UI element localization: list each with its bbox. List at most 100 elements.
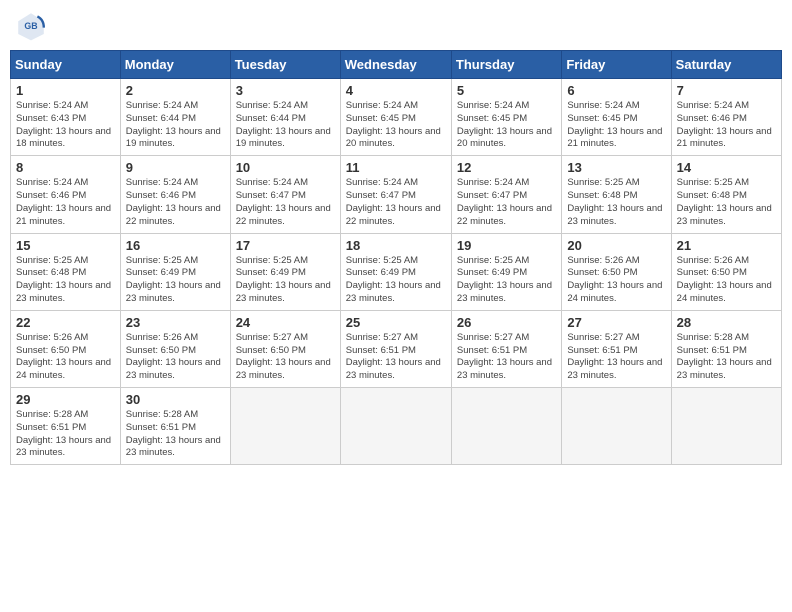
svg-text:GB: GB (24, 21, 37, 31)
calendar-day: 19 Sunrise: 5:25 AMSunset: 6:49 PMDayligh… (451, 233, 561, 310)
day-number: 25 (346, 315, 446, 330)
day-info: Sunrise: 5:26 AMSunset: 6:50 PMDaylight:… (567, 255, 665, 306)
day-info: Sunrise: 5:24 AMSunset: 6:44 PMDaylight:… (126, 100, 225, 151)
calendar-day: 15Sunrise: 5:25 AMSunset: 6:48 PMDayligh… (11, 233, 121, 310)
day-info: Sunrise: 5:28 AMSunset: 6:51 PMDaylight:… (126, 409, 225, 460)
calendar-day (340, 388, 451, 465)
day-info: Sunrise: 5:25 AMSunset: 6:49 PMDaylight:… (126, 255, 225, 306)
day-number: 12 (457, 160, 556, 175)
day-info: Sunrise: 5:24 AMSunset: 6:46 PMDaylight:… (16, 177, 115, 228)
header-monday: Monday (120, 51, 230, 79)
day-info: Sunrise: 5:25 AMSunset: 6:48 PMDaylight:… (677, 177, 776, 228)
day-number: 19 (457, 238, 556, 253)
calendar-day: 1 Sunrise: 5:24 AMSunset: 6:43 PMDaylight… (11, 79, 121, 156)
page-header: GB (10, 10, 782, 42)
calendar-day: 30 Sunrise: 5:28 AMSunset: 6:51 PMDayligh… (120, 388, 230, 465)
calendar-day (562, 388, 671, 465)
calendar-day (451, 388, 561, 465)
day-number: 26 (457, 315, 556, 330)
calendar-day: 20 Sunrise: 5:26 AMSunset: 6:50 PMDayligh… (562, 233, 671, 310)
day-info: Sunrise: 5:26 AMSunset: 6:50 PMDaylight:… (126, 332, 225, 383)
header-wednesday: Wednesday (340, 51, 451, 79)
calendar-day: 17 Sunrise: 5:25 AMSunset: 6:49 PMDayligh… (230, 233, 340, 310)
calendar-day: 11 Sunrise: 5:24 AMSunset: 6:47 PMDayligh… (340, 156, 451, 233)
day-number: 15 (16, 238, 115, 253)
day-number: 13 (567, 160, 665, 175)
calendar-day (671, 388, 781, 465)
day-number: 23 (126, 315, 225, 330)
calendar-day: 12 Sunrise: 5:24 AMSunset: 6:47 PMDayligh… (451, 156, 561, 233)
day-info: Sunrise: 5:24 AMSunset: 6:47 PMDaylight:… (236, 177, 335, 228)
day-number: 4 (346, 83, 446, 98)
day-info: Sunrise: 5:24 AMSunset: 6:46 PMDaylight:… (126, 177, 225, 228)
calendar-day: 25 Sunrise: 5:27 AMSunset: 6:51 PMDayligh… (340, 310, 451, 387)
calendar-day: 24 Sunrise: 5:27 AMSunset: 6:50 PMDayligh… (230, 310, 340, 387)
day-number: 21 (677, 238, 776, 253)
day-number: 6 (567, 83, 665, 98)
day-number: 18 (346, 238, 446, 253)
calendar-day: 28 Sunrise: 5:28 AMSunset: 6:51 PMDayligh… (671, 310, 781, 387)
day-info: Sunrise: 5:24 AMSunset: 6:47 PMDaylight:… (457, 177, 556, 228)
calendar-day: 6Sunrise: 5:24 AMSunset: 6:45 PMDaylight… (562, 79, 671, 156)
day-number: 1 (16, 83, 115, 98)
calendar-week-4: 22 Sunrise: 5:26 AMSunset: 6:50 PMDayligh… (11, 310, 782, 387)
header-saturday: Saturday (671, 51, 781, 79)
day-number: 22 (16, 315, 115, 330)
calendar-week-5: 29 Sunrise: 5:28 AMSunset: 6:51 PMDayligh… (11, 388, 782, 465)
day-info: Sunrise: 5:25 AMSunset: 6:49 PMDaylight:… (236, 255, 335, 306)
calendar-week-1: 1 Sunrise: 5:24 AMSunset: 6:43 PMDaylight… (11, 79, 782, 156)
calendar-day: 16 Sunrise: 5:25 AMSunset: 6:49 PMDayligh… (120, 233, 230, 310)
day-number: 10 (236, 160, 335, 175)
day-number: 8 (16, 160, 115, 175)
day-number: 3 (236, 83, 335, 98)
header-thursday: Thursday (451, 51, 561, 79)
header-friday: Friday (562, 51, 671, 79)
logo: GB (15, 10, 51, 42)
calendar-table: SundayMondayTuesdayWednesdayThursdayFrid… (10, 50, 782, 465)
day-info: Sunrise: 5:24 AMSunset: 6:43 PMDaylight:… (16, 100, 115, 151)
day-info: Sunrise: 5:26 AMSunset: 6:50 PMDaylight:… (677, 255, 776, 306)
day-info: Sunrise: 5:24 AMSunset: 6:46 PMDaylight:… (677, 100, 776, 151)
day-info: Sunrise: 5:28 AMSunset: 6:51 PMDaylight:… (677, 332, 776, 383)
day-info: Sunrise: 5:27 AMSunset: 6:51 PMDaylight:… (346, 332, 446, 383)
calendar-day: 9 Sunrise: 5:24 AMSunset: 6:46 PMDaylight… (120, 156, 230, 233)
day-number: 24 (236, 315, 335, 330)
calendar-day: 29 Sunrise: 5:28 AMSunset: 6:51 PMDayligh… (11, 388, 121, 465)
calendar-day: 3Sunrise: 5:24 AMSunset: 6:44 PMDaylight… (230, 79, 340, 156)
calendar-day: 13 Sunrise: 5:25 AMSunset: 6:48 PMDayligh… (562, 156, 671, 233)
day-number: 16 (126, 238, 225, 253)
header-tuesday: Tuesday (230, 51, 340, 79)
day-info: Sunrise: 5:24 AMSunset: 6:47 PMDaylight:… (346, 177, 446, 228)
day-info: Sunrise: 5:24 AMSunset: 6:45 PMDaylight:… (346, 100, 446, 151)
calendar-day: 23 Sunrise: 5:26 AMSunset: 6:50 PMDayligh… (120, 310, 230, 387)
day-number: 17 (236, 238, 335, 253)
day-number: 11 (346, 160, 446, 175)
day-number: 30 (126, 392, 225, 407)
day-info: Sunrise: 5:25 AMSunset: 6:48 PMDaylight:… (567, 177, 665, 228)
day-number: 29 (16, 392, 115, 407)
day-info: Sunrise: 5:24 AMSunset: 6:45 PMDaylight:… (457, 100, 556, 151)
day-info: Sunrise: 5:27 AMSunset: 6:50 PMDaylight:… (236, 332, 335, 383)
day-number: 20 (567, 238, 665, 253)
calendar-day: 7 Sunrise: 5:24 AMSunset: 6:46 PMDaylight… (671, 79, 781, 156)
calendar-header-row: SundayMondayTuesdayWednesdayThursdayFrid… (11, 51, 782, 79)
day-number: 5 (457, 83, 556, 98)
day-info: Sunrise: 5:25 AMSunset: 6:49 PMDaylight:… (457, 255, 556, 306)
calendar-day: 5 Sunrise: 5:24 AMSunset: 6:45 PMDaylight… (451, 79, 561, 156)
day-number: 9 (126, 160, 225, 175)
calendar-day: 2 Sunrise: 5:24 AMSunset: 6:44 PMDaylight… (120, 79, 230, 156)
day-number: 28 (677, 315, 776, 330)
calendar-day: 26Sunrise: 5:27 AMSunset: 6:51 PMDayligh… (451, 310, 561, 387)
day-number: 14 (677, 160, 776, 175)
day-number: 2 (126, 83, 225, 98)
header-sunday: Sunday (11, 51, 121, 79)
day-number: 7 (677, 83, 776, 98)
calendar-day: 27Sunrise: 5:27 AMSunset: 6:51 PMDayligh… (562, 310, 671, 387)
calendar-day (230, 388, 340, 465)
logo-icon: GB (15, 10, 47, 42)
day-info: Sunrise: 5:27 AMSunset: 6:51 PMDaylight:… (567, 332, 665, 383)
day-info: Sunrise: 5:25 AMSunset: 6:49 PMDaylight:… (346, 255, 446, 306)
calendar-day: 4 Sunrise: 5:24 AMSunset: 6:45 PMDaylight… (340, 79, 451, 156)
calendar-week-3: 15Sunrise: 5:25 AMSunset: 6:48 PMDayligh… (11, 233, 782, 310)
day-info: Sunrise: 5:28 AMSunset: 6:51 PMDaylight:… (16, 409, 115, 460)
